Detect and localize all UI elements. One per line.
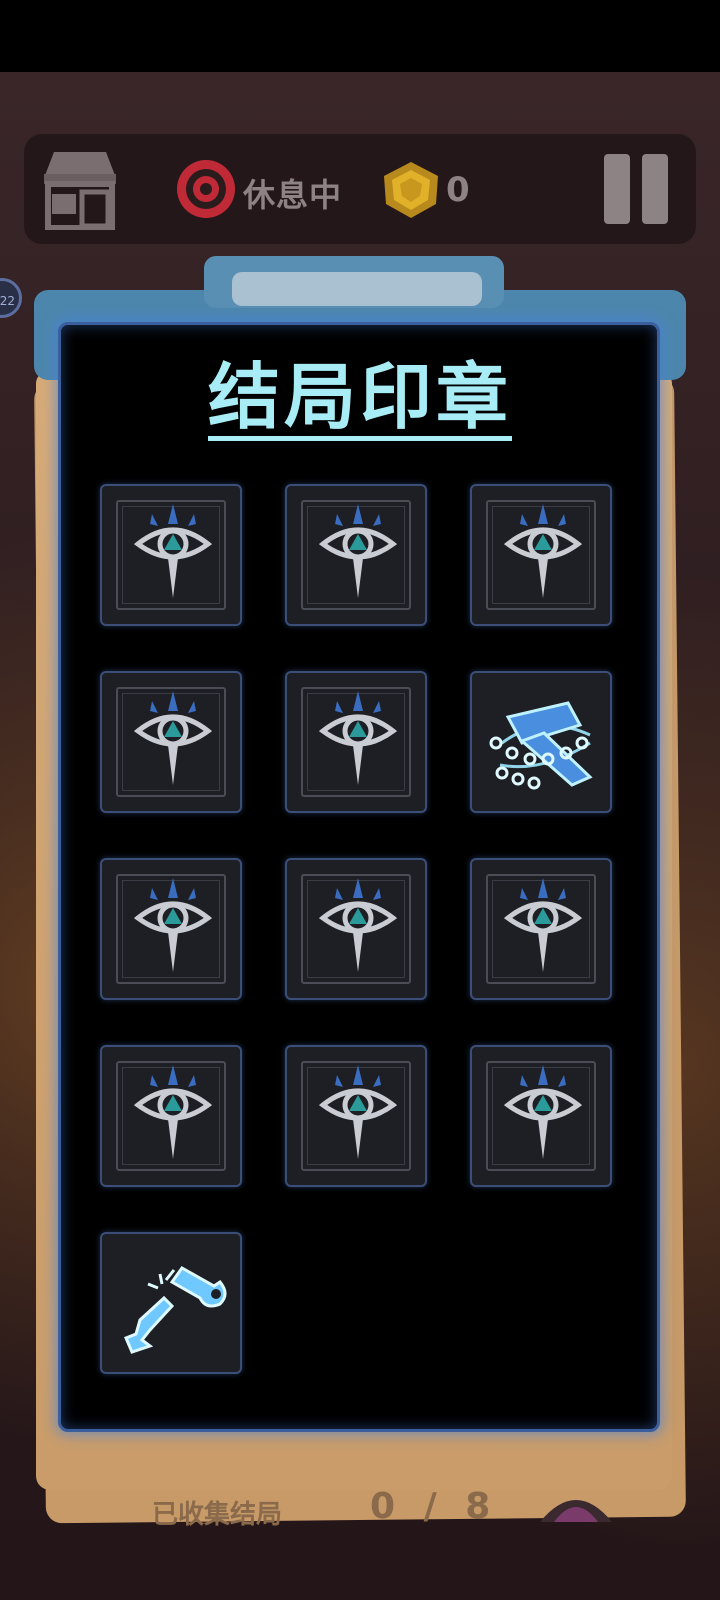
eye-sigil-icon bbox=[133, 878, 213, 972]
collected-endings-count: 0 / 8 bbox=[370, 1486, 499, 1527]
stamp-tile-locked[interactable] bbox=[470, 858, 612, 1000]
stamp-tile-unlocked[interactable] bbox=[470, 671, 612, 813]
panel-title: 结局印章 bbox=[207, 355, 512, 439]
stamp-tile-locked[interactable] bbox=[470, 484, 612, 626]
rest-status-label: 休息中 bbox=[243, 176, 343, 214]
eye-sigil-icon bbox=[133, 504, 213, 598]
stamp-tile-locked[interactable] bbox=[100, 484, 242, 626]
eye-sigil-icon bbox=[318, 691, 398, 785]
eye-sigil-icon bbox=[503, 878, 583, 972]
eye-sigil-icon bbox=[503, 504, 583, 598]
system-status-bar bbox=[0, 0, 720, 72]
eye-sigil-icon bbox=[133, 691, 213, 785]
stamp-tile-locked[interactable] bbox=[285, 858, 427, 1000]
target-icon bbox=[177, 160, 235, 218]
stamp-tile-locked[interactable] bbox=[285, 671, 427, 813]
pause-icon[interactable] bbox=[600, 154, 674, 224]
coin-icon bbox=[384, 162, 438, 218]
stamp-tile-locked[interactable] bbox=[285, 484, 427, 626]
top-hud-bar bbox=[24, 134, 696, 244]
eye-sigil-icon bbox=[318, 504, 398, 598]
broken-wrench-icon bbox=[124, 1266, 227, 1354]
stamp-tile-locked[interactable] bbox=[100, 1045, 242, 1187]
chained-hammer-icon bbox=[489, 701, 593, 790]
eye-sigil-icon bbox=[318, 1065, 398, 1159]
stamp-tile-locked[interactable] bbox=[100, 858, 242, 1000]
eye-sigil-icon bbox=[133, 1065, 213, 1159]
stamp-tile-locked[interactable] bbox=[470, 1045, 612, 1187]
eye-icon bbox=[540, 1500, 612, 1522]
eye-sigil-icon bbox=[318, 878, 398, 972]
coin-count: 0 bbox=[446, 170, 470, 210]
stamp-tile-locked[interactable] bbox=[285, 1045, 427, 1187]
clipboard-clip-plate bbox=[232, 272, 482, 306]
shop-icon[interactable] bbox=[40, 148, 120, 230]
collected-endings-label: 已收集结局 bbox=[152, 1500, 283, 1530]
eye-sigil-icon bbox=[503, 1065, 583, 1159]
stamp-tile-unlocked[interactable] bbox=[100, 1232, 242, 1374]
stamp-tile-locked[interactable] bbox=[100, 671, 242, 813]
